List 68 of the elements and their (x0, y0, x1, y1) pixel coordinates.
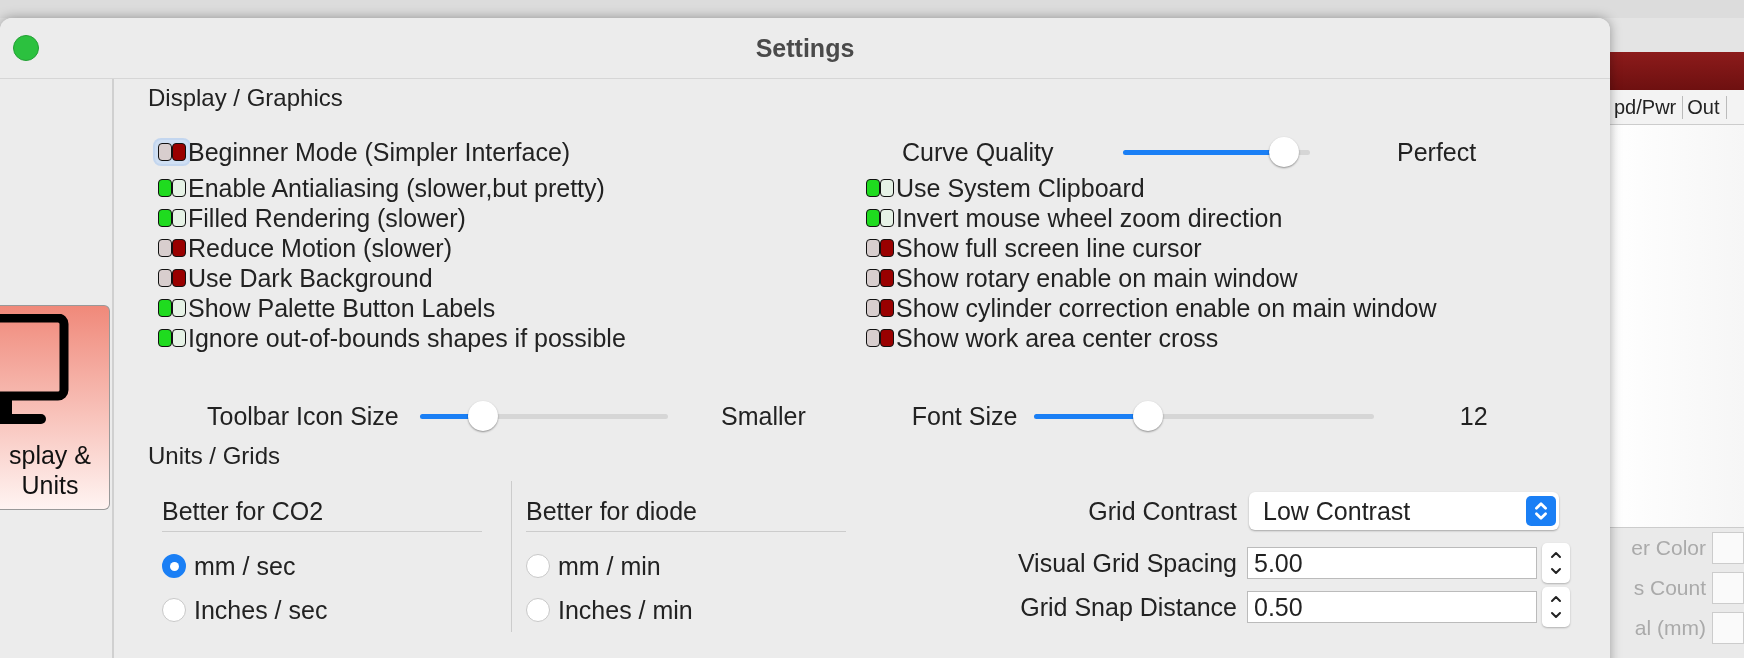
field-label: al (mm) (1634, 616, 1706, 640)
toggle-switch[interactable] (155, 296, 189, 320)
slider[interactable] (1033, 400, 1374, 432)
toggle-switch[interactable] (155, 206, 189, 230)
slider-thumb[interactable] (1132, 401, 1163, 431)
window-control-dot[interactable] (13, 35, 39, 61)
toggle-switch[interactable] (863, 176, 897, 200)
radio-label: Inches / sec (194, 595, 328, 625)
option-label: Beginner Mode (Simpler Interface) (188, 137, 571, 167)
group-title: Better for CO2 (162, 491, 482, 532)
option-label: Enable Antialiasing (slower,but pretty) (188, 173, 605, 203)
input-field[interactable]: 5.00 (1247, 547, 1537, 579)
toggle-switch[interactable] (155, 140, 189, 164)
field-label: er Color (1631, 536, 1706, 560)
spin-button[interactable] (1542, 587, 1570, 627)
section-heading: Units / Grids (148, 441, 282, 471)
grid-contrast-select[interactable]: Low Contrast (1249, 492, 1559, 530)
window-title: Settings (755, 33, 855, 63)
option-label: Use Dark Background (188, 263, 433, 293)
option-label: Invert mouse wheel zoom direction (896, 203, 1283, 233)
toggle-switch[interactable] (863, 206, 897, 230)
section-heading: Display / Graphics (148, 83, 344, 113)
field-label: Visual Grid Spacing (1016, 548, 1238, 578)
slider[interactable] (420, 400, 668, 432)
radio-label: mm / sec (194, 551, 296, 581)
option-label: Show full screen line cursor (896, 233, 1202, 263)
radio-button[interactable] (526, 554, 550, 578)
input-field[interactable] (1712, 612, 1744, 644)
slider-label: Toolbar Icon Size (207, 401, 400, 431)
field-label: Grid Snap Distance (1019, 592, 1238, 622)
slider[interactable] (1123, 136, 1310, 168)
option-label: Ignore out-of-bounds shapes if possible (188, 323, 626, 353)
radio-button[interactable] (162, 554, 186, 578)
group-title: Better for diode (526, 491, 846, 532)
option-label: Show Palette Button Labels (188, 293, 496, 323)
input-field[interactable] (1712, 532, 1744, 564)
slider-thumb[interactable] (1269, 137, 1299, 167)
spin-button[interactable] (1542, 543, 1570, 583)
slider-label: Font Size (911, 401, 1019, 431)
option-label: Show rotary enable on main window (896, 263, 1298, 293)
slider-value: 12 (1459, 401, 1488, 431)
toggle-switch[interactable] (863, 326, 897, 350)
field-label: Grid Contrast (1087, 496, 1238, 526)
radio-button[interactable] (162, 598, 186, 622)
radio-button[interactable] (526, 598, 550, 622)
input-field[interactable] (1712, 572, 1744, 604)
option-label: Use System Clipboard (896, 173, 1145, 203)
toggle-switch[interactable] (863, 296, 897, 320)
radio-label: mm / min (558, 551, 661, 581)
option-label: Show cylinder correction enable on main window (896, 293, 1437, 323)
slider-thumb[interactable] (467, 401, 498, 431)
column-header: Out (1683, 95, 1727, 119)
slider-value: Smaller (721, 401, 806, 431)
slider-value: Perfect (1397, 137, 1477, 167)
field-label: s Count (1633, 576, 1706, 600)
option-label: Filled Rendering (slower) (188, 203, 466, 233)
radio-label: Inches / min (558, 595, 693, 625)
input-field[interactable]: 0.50 (1247, 591, 1537, 623)
slider-label: Curve Quality (902, 137, 1055, 167)
option-label: Reduce Motion (slower) (188, 233, 452, 263)
toggle-switch[interactable] (863, 266, 897, 290)
toggle-switch[interactable] (155, 326, 189, 350)
toggle-switch[interactable] (155, 176, 189, 200)
sidebar-item[interactable]: splay & Units (0, 305, 110, 510)
option-label: Show work area center cross (896, 323, 1219, 353)
toggle-switch[interactable] (863, 236, 897, 260)
toggle-switch[interactable] (155, 266, 189, 290)
toggle-switch[interactable] (155, 236, 189, 260)
